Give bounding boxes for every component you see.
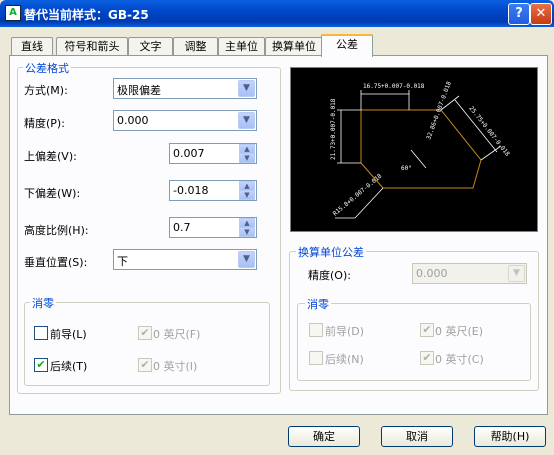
zero-suppression-legend: 消零: [30, 295, 56, 311]
dimension-preview: 16.75+0.007-0.018 21.73+0.007-0.018 25.7…: [290, 67, 538, 232]
alt-feet-checkbox[interactable]: ✔: [420, 323, 434, 337]
upper-deviation-label: 上偏差(V):: [24, 150, 77, 163]
trailing-checkbox[interactable]: ✔: [34, 358, 48, 372]
feet-label: 0 英尺(F): [153, 328, 201, 341]
upper-deviation-input[interactable]: 0.007 ▲ ▼: [169, 143, 257, 164]
chevron-down-icon[interactable]: ▼: [508, 265, 525, 282]
alt-zero-suppression-group: [297, 303, 531, 381]
alt-trailing-label: 后续(N): [325, 353, 364, 366]
preview-label-radius: R15.8+0.007-0.018: [332, 172, 384, 217]
tab-lines[interactable]: 直线: [11, 37, 53, 55]
help-title-button[interactable]: ?: [508, 3, 530, 25]
height-scale-label: 高度比例(H):: [24, 224, 89, 237]
tab-primary-units[interactable]: 主单位: [218, 37, 265, 55]
precision-value: 0.000: [117, 114, 149, 127]
alt-leading-checkbox[interactable]: [309, 323, 323, 337]
spin-down-icon[interactable]: ▼: [239, 153, 255, 163]
spin-down-icon[interactable]: ▼: [239, 190, 255, 200]
tab-fit[interactable]: 调整: [173, 37, 218, 55]
inches-checkbox[interactable]: ✔: [138, 358, 152, 372]
chevron-down-icon[interactable]: ▼: [238, 112, 255, 129]
tab-tolerances[interactable]: 公差: [321, 34, 373, 57]
app-icon: A: [5, 5, 21, 21]
alt-feet-label: 0 英尺(E): [435, 325, 484, 338]
lower-deviation-label: 下偏差(W):: [24, 187, 81, 200]
cancel-button[interactable]: 取消: [381, 426, 453, 447]
alt-leading-label: 前导(D): [325, 325, 365, 338]
help-button[interactable]: 帮助(H): [474, 426, 546, 447]
precision-select[interactable]: 0.000 ▼: [113, 110, 257, 131]
alt-precision-label: 精度(O):: [308, 269, 351, 282]
alt-unit-tolerance-legend: 换算单位公差: [296, 244, 366, 260]
ok-button[interactable]: 确定: [288, 426, 360, 447]
tab-text[interactable]: 文字: [128, 37, 173, 55]
height-scale-input[interactable]: 0.7 ▲ ▼: [169, 217, 257, 238]
lower-deviation-input[interactable]: -0.018 ▲ ▼: [169, 180, 257, 201]
precision-label: 精度(P):: [24, 117, 65, 130]
vertical-position-select[interactable]: 下 ▼: [113, 249, 257, 270]
trailing-label[interactable]: 后续(T): [50, 358, 87, 374]
preview-label-left: 21.73+0.007-0.018: [330, 98, 337, 160]
preview-label-angle: 60°: [401, 165, 412, 172]
title-bar[interactable]: A 替代当前样式：GB-25 ? ✕: [0, 0, 554, 27]
vertical-position-label: 垂直位置(S):: [24, 256, 88, 269]
tab-alternate-units[interactable]: 换算单位: [265, 37, 323, 55]
spin-down-icon[interactable]: ▼: [239, 227, 255, 237]
window-title: 替代当前样式：GB-25: [24, 8, 149, 22]
alt-inches-label: 0 英寸(C): [435, 353, 484, 366]
method-select[interactable]: 极限偏差 ▼: [113, 78, 257, 99]
alt-inches-checkbox[interactable]: ✔: [420, 351, 434, 365]
upper-deviation-value: 0.007: [173, 147, 205, 160]
chevron-down-icon[interactable]: ▼: [238, 251, 255, 268]
height-scale-value: 0.7: [173, 221, 191, 234]
chevron-down-icon[interactable]: ▼: [238, 80, 255, 97]
preview-label-top: 16.75+0.007-0.018: [363, 83, 425, 90]
inches-label: 0 英寸(I): [153, 360, 198, 373]
leading-label[interactable]: 前导(L): [50, 326, 87, 342]
alt-zero-suppression-legend: 消零: [305, 296, 331, 312]
lower-deviation-value: -0.018: [173, 184, 209, 197]
alt-precision-select[interactable]: 0.000 ▼: [412, 263, 527, 284]
tab-symbols-arrows[interactable]: 符号和箭头: [56, 37, 128, 55]
close-button[interactable]: ✕: [530, 3, 552, 25]
preview-drawing: 16.75+0.007-0.018 21.73+0.007-0.018 25.7…: [330, 80, 511, 219]
alt-precision-value: 0.000: [416, 267, 448, 280]
feet-checkbox[interactable]: ✔: [138, 326, 152, 340]
vertical-position-value: 下: [117, 255, 128, 268]
method-label: 方式(M):: [24, 84, 68, 97]
method-value: 极限偏差: [117, 84, 161, 97]
preview-label-right: 25.75+0.007-0.018: [467, 105, 511, 158]
leading-checkbox[interactable]: [34, 326, 48, 340]
alt-trailing-checkbox[interactable]: [309, 351, 323, 365]
tolerance-format-legend: 公差格式: [23, 60, 71, 76]
